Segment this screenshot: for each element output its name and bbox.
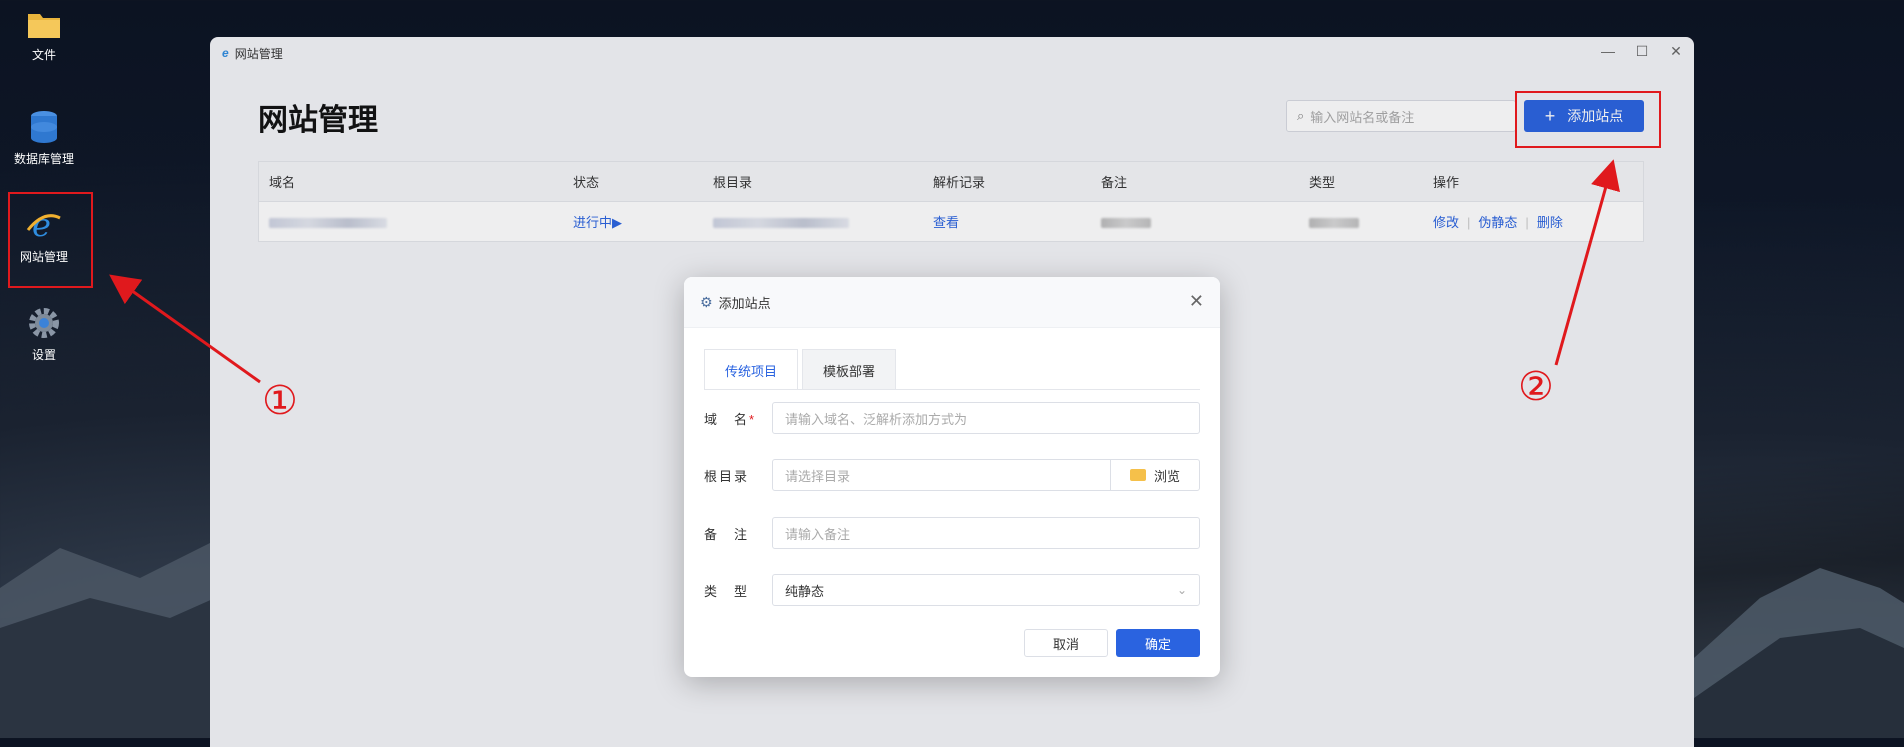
desktop-label-files: 文件 bbox=[31, 48, 56, 62]
annotation-two: ② bbox=[1518, 365, 1554, 409]
dialog-close-icon[interactable]: ✕ bbox=[1189, 291, 1204, 312]
desktop-label-database: 数据库管理 bbox=[13, 152, 74, 166]
chevron-down-icon: ⌄ bbox=[1176, 583, 1187, 597]
dialog-title: 添加站点 bbox=[718, 295, 771, 311]
desktop-item-settings[interactable]: 设置 bbox=[0, 306, 90, 363]
root-placeholder: 请选择目录 bbox=[785, 468, 851, 484]
dialog-tabs: 传统项目 模板部署 bbox=[704, 349, 900, 390]
folder-icon bbox=[28, 14, 60, 38]
root-label: 根目录 bbox=[704, 468, 750, 484]
gear-icon bbox=[29, 308, 59, 338]
highlight-add-button bbox=[1515, 91, 1661, 148]
desktop-item-database[interactable]: 数据库管理 bbox=[0, 110, 90, 167]
domain-placeholder: 请输入域名、泛解析添加方式为 bbox=[785, 411, 968, 427]
browse-button[interactable]: 浏览 bbox=[1110, 460, 1199, 490]
field-row-type: 类 型 纯静态 ⌄ bbox=[704, 574, 1200, 606]
type-value: 纯静态 bbox=[785, 583, 825, 599]
remark-label: 备 注 bbox=[704, 526, 750, 542]
gear-icon: ⚙ bbox=[700, 293, 713, 310]
tab-traditional[interactable]: 传统项目 bbox=[704, 349, 799, 390]
field-row-remark: 备 注 请输入备注 bbox=[704, 517, 1200, 549]
type-label: 类 型 bbox=[704, 583, 750, 599]
annotation-one: ① bbox=[262, 379, 298, 423]
root-input[interactable]: 请选择目录 浏览 bbox=[772, 459, 1200, 491]
cancel-button[interactable]: 取消 bbox=[1024, 629, 1108, 657]
domain-label: 域 名* bbox=[704, 409, 772, 428]
remark-placeholder: 请输入备注 bbox=[785, 526, 851, 542]
dialog-header: ⚙ 添加站点 bbox=[684, 277, 1220, 328]
confirm-button[interactable]: 确定 bbox=[1116, 629, 1200, 657]
type-select[interactable]: 纯静态 ⌄ bbox=[772, 574, 1200, 606]
tab-template[interactable]: 模板部署 bbox=[802, 349, 897, 390]
add-site-dialog: ⚙ 添加站点 ✕ 传统项目 模板部署 域 名* 请输入域名、泛解析添加方式为 根… bbox=[684, 277, 1220, 677]
browse-label: 浏览 bbox=[1153, 468, 1180, 484]
desktop-item-files[interactable]: 文件 bbox=[0, 10, 90, 63]
remark-input[interactable]: 请输入备注 bbox=[772, 517, 1200, 549]
tab-divider bbox=[704, 389, 1200, 390]
field-row-domain: 域 名* 请输入域名、泛解析添加方式为 bbox=[704, 402, 1200, 434]
desktop-label-settings: 设置 bbox=[31, 348, 56, 362]
field-row-root: 根目录 请选择目录 浏览 bbox=[704, 459, 1200, 491]
domain-label-text: 域 名 bbox=[704, 411, 750, 427]
folder-icon bbox=[1129, 469, 1146, 481]
required-mark: * bbox=[749, 411, 757, 427]
highlight-website-icon bbox=[8, 192, 93, 288]
domain-input[interactable]: 请输入域名、泛解析添加方式为 bbox=[772, 402, 1200, 434]
database-icon bbox=[31, 111, 57, 143]
